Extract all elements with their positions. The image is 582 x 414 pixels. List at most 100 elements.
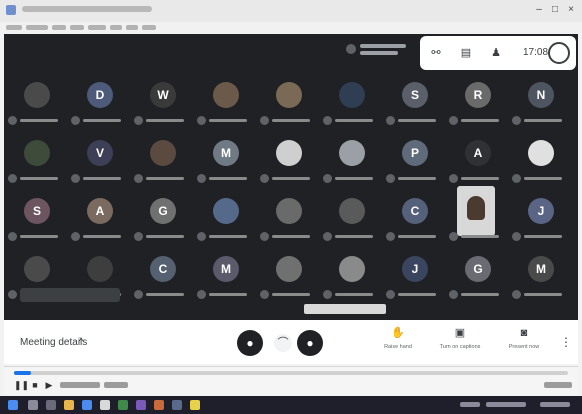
participant-tile[interactable] [195,186,253,246]
search-icon[interactable] [28,400,38,410]
participant-tile[interactable] [321,70,379,130]
window-titlebar: – □ × [0,0,582,23]
play-icon[interactable]: ▶ [44,380,54,390]
chevron-up-icon[interactable]: ^ [79,336,83,346]
start-icon[interactable] [8,400,18,410]
participant-tile[interactable] [510,128,568,188]
participant-tile[interactable]: M [195,244,253,304]
participant-tile[interactable] [195,70,253,130]
muted-mic-icon [386,116,395,125]
camera-button[interactable]: ● [297,330,323,356]
mic-button[interactable]: ● [237,330,263,356]
participant-tile[interactable] [132,128,190,188]
muted-mic-icon [386,232,395,241]
muted-mic-icon [323,116,332,125]
app-icon[interactable] [172,400,182,410]
participant-tile[interactable]: M [510,244,568,304]
pause-icon[interactable]: ❚❚ [14,380,29,390]
recorder-status [60,382,100,388]
meeting-controls: Meeting details ^ ● ⌒ ● ✋ Raise hand ▣ T… [4,320,578,364]
menu-item[interactable] [142,25,156,30]
participant-tile[interactable]: N [510,70,568,130]
participant-tile[interactable]: A [69,186,127,246]
menu-item[interactable] [126,25,138,30]
participant-tile[interactable]: A [447,128,505,188]
participant-tile[interactable] [6,70,64,130]
participant-tile[interactable]: S [6,186,64,246]
app-icon[interactable] [118,400,128,410]
participant-tile[interactable]: R [447,70,505,130]
participant-tile[interactable]: P [384,128,442,188]
participant-tile[interactable] [321,128,379,188]
participant-tile[interactable]: J [510,186,568,246]
minimize-icon[interactable]: – [534,5,544,15]
participant-tile[interactable] [6,128,64,188]
raise-hand-button[interactable]: ✋ Raise hand [368,326,428,360]
maximize-icon[interactable]: □ [550,5,560,15]
muted-mic-icon [134,290,143,299]
menu-item[interactable] [110,25,122,30]
participant-tile[interactable] [258,186,316,246]
more-options-icon[interactable]: ⋮ [560,332,572,352]
app-icon[interactable] [136,400,146,410]
participant-avatar: R [465,82,491,108]
participant-tile[interactable] [321,244,379,304]
participant-name [461,293,499,296]
explorer-icon[interactable] [64,400,74,410]
stop-icon[interactable]: ■ [30,380,40,390]
participant-tile[interactable]: V [69,128,127,188]
participant-tile[interactable] [447,186,505,246]
tray-icons[interactable] [460,402,480,407]
chrome-icon[interactable] [100,400,110,410]
participant-name [20,119,58,122]
app-icon[interactable] [190,400,200,410]
participant-tile[interactable]: C [384,186,442,246]
participant-name [209,235,247,238]
chat-icon[interactable]: ▤ [460,47,472,59]
participant-name [146,177,184,180]
recording-progress-track[interactable] [14,371,568,375]
participant-tile[interactable]: S [384,70,442,130]
app-icon[interactable] [154,400,164,410]
participant-tile[interactable]: M [195,128,253,188]
muted-mic-icon [512,174,521,183]
participant-name [335,119,373,122]
menu-item[interactable] [88,25,106,30]
menu-item[interactable] [70,25,84,30]
participant-tile[interactable]: G [447,244,505,304]
menu-item[interactable] [52,25,66,30]
hangup-button[interactable]: ⌒ [274,334,292,352]
participant-avatar [24,256,50,282]
people-icon[interactable]: ♟ [490,47,502,59]
muted-mic-icon [260,232,269,241]
participant-avatar: J [528,198,554,224]
participant-tile[interactable]: C [132,244,190,304]
participant-tile[interactable] [321,186,379,246]
close-icon[interactable]: × [566,5,576,15]
menu-item[interactable] [26,25,48,30]
participant-tile[interactable]: D [69,70,127,130]
participant-tile[interactable] [258,128,316,188]
participant-tile[interactable] [258,244,316,304]
participant-tile[interactable]: W [132,70,190,130]
participant-avatar: N [528,82,554,108]
tray-icons[interactable] [486,402,526,407]
participant-avatar: M [213,140,239,166]
muted-mic-icon [71,232,80,241]
participant-tile[interactable]: J [384,244,442,304]
participant-avatar: A [87,198,113,224]
present-button[interactable]: ◙ Present now [494,326,554,360]
participant-tile[interactable]: G [132,186,190,246]
participant-tile[interactable] [258,70,316,130]
participant-avatar [276,256,302,282]
browser-icon[interactable] [82,400,92,410]
self-avatar[interactable] [548,42,570,64]
layout-icon[interactable]: ⚯ [430,47,442,59]
participant-name [524,177,562,180]
meeting-details-button[interactable]: Meeting details [20,337,87,348]
taskview-icon[interactable] [46,400,56,410]
menu-item[interactable] [6,25,22,30]
participant-name [209,119,247,122]
participant-name [398,119,436,122]
captions-button[interactable]: ▣ Turn on captions [430,326,490,360]
